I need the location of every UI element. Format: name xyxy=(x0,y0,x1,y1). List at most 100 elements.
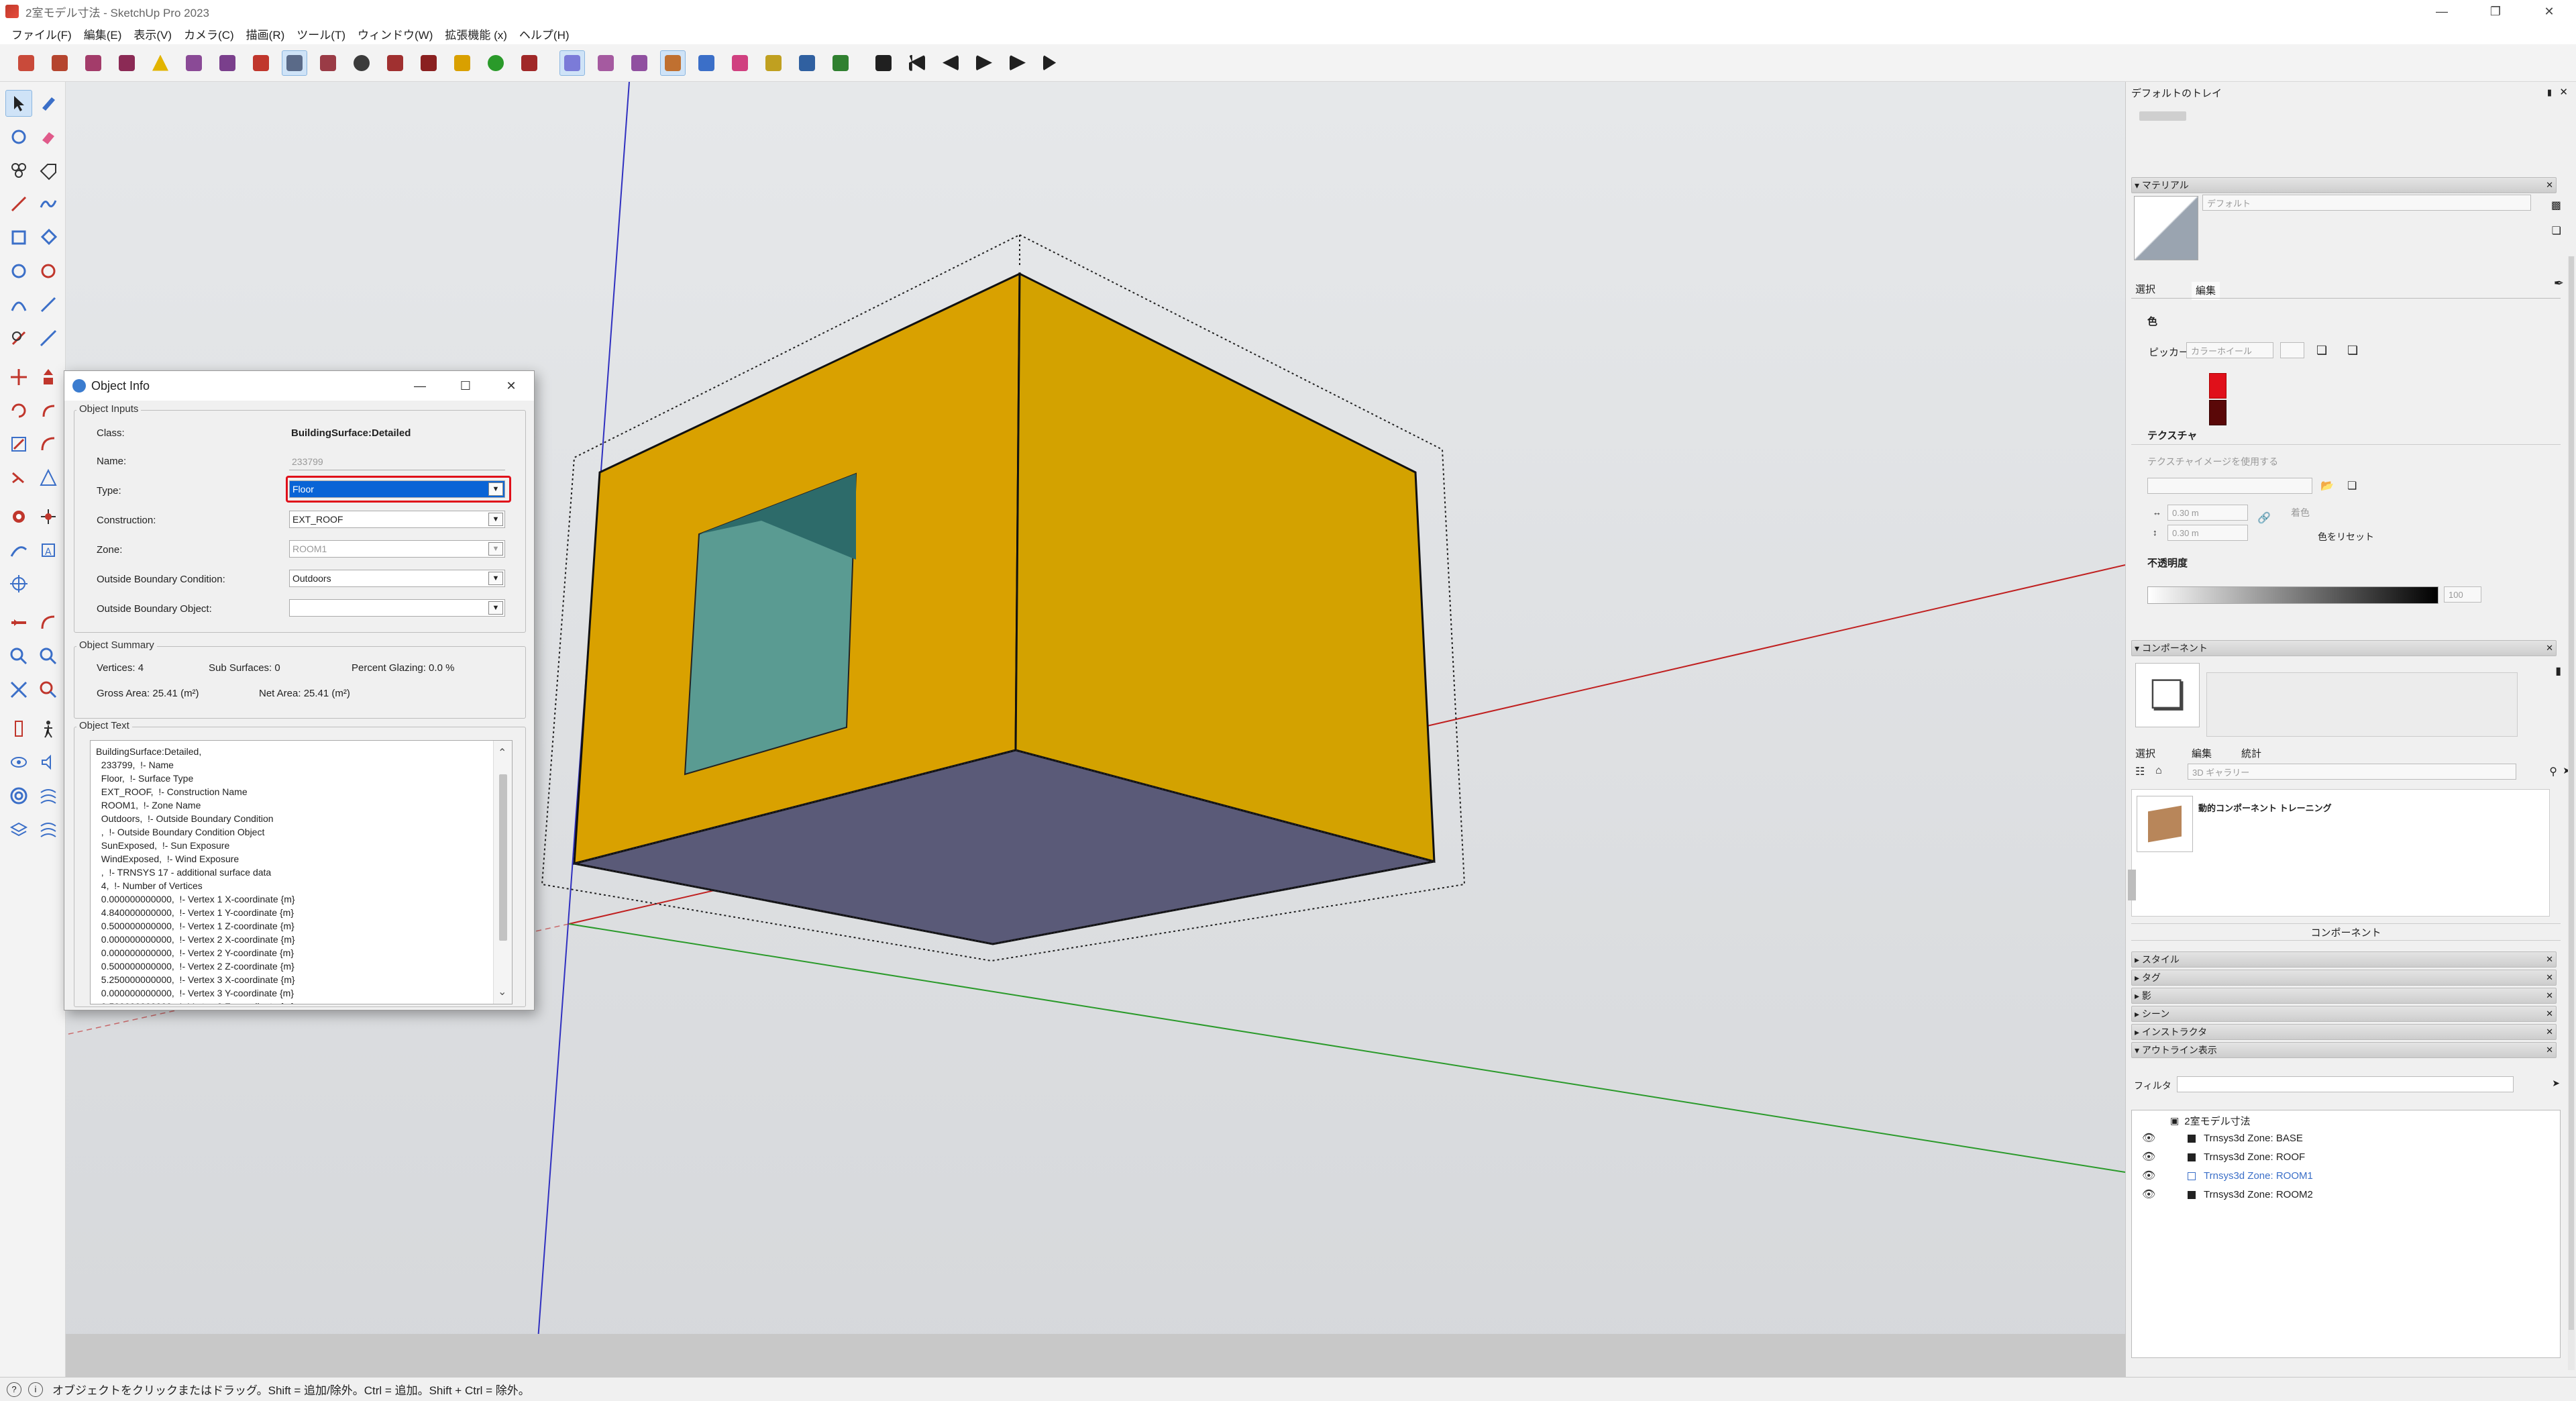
obc-select[interactable]: Outdoors ▼ xyxy=(289,570,505,587)
menu-view[interactable]: 表示(V) xyxy=(127,25,178,42)
close-icon[interactable]: ✕ xyxy=(2546,1045,2553,1055)
dialog-titlebar[interactable]: Object Info — ☐ ✕ xyxy=(64,371,534,401)
animation-icon[interactable] xyxy=(871,50,896,76)
eye-icon[interactable]: 👁 xyxy=(2142,1150,2155,1163)
render-button[interactable] xyxy=(349,50,374,76)
color-swatch-red[interactable] xyxy=(2209,373,2226,399)
follow-me-icon[interactable] xyxy=(35,325,62,352)
folder-icon[interactable]: 📂 xyxy=(2320,479,2334,492)
zoom-extents-icon[interactable] xyxy=(5,676,32,703)
tags-panel-header[interactable]: ▸ タグ ✕ xyxy=(2131,970,2557,986)
dialog-minimize-button[interactable]: — xyxy=(397,371,443,401)
arc-tool-icon[interactable] xyxy=(5,291,32,318)
scroll-up-icon[interactable]: ⌃ xyxy=(498,746,506,760)
close-icon[interactable]: ✕ xyxy=(2546,1027,2553,1037)
open-button[interactable] xyxy=(47,50,72,76)
close-icon[interactable]: ✕ xyxy=(2546,972,2553,983)
scale-tool-icon[interactable] xyxy=(5,431,32,458)
menu-window[interactable]: ウィンドウ(W) xyxy=(352,25,439,42)
polygon-tool-icon[interactable] xyxy=(35,258,62,284)
menu-extensions[interactable]: 拡張機能 (x) xyxy=(439,25,513,42)
prev-scene-icon[interactable] xyxy=(938,50,963,76)
chain-link-icon[interactable]: 🔗 xyxy=(2257,511,2271,525)
previous-view-icon[interactable] xyxy=(35,676,62,703)
outliner-filter-input[interactable] xyxy=(2177,1076,2514,1092)
menu-camera[interactable]: カメラ(C) xyxy=(178,25,240,42)
menu-help[interactable]: ヘルプ(H) xyxy=(513,25,576,42)
paint-bucket-icon[interactable]: ▩ xyxy=(2551,199,2561,212)
object-text-scrollbar[interactable]: ⌃ ⌄ xyxy=(493,741,512,1004)
dimension-tool-icon[interactable] xyxy=(35,609,62,636)
lasso-tool-icon[interactable] xyxy=(35,90,62,117)
smoove-icon[interactable] xyxy=(35,782,62,809)
pan-tool-icon[interactable] xyxy=(35,503,62,530)
edit-texture-icon[interactable]: ❏ xyxy=(2347,479,2357,492)
comp-tab-select[interactable]: 選択 xyxy=(2135,746,2155,760)
select-tool-icon[interactable] xyxy=(5,90,32,117)
chevron-down-icon[interactable]: ▼ xyxy=(488,513,503,526)
outliner-item-roof[interactable]: Trnsys3d Zone: ROOF xyxy=(2188,1151,2305,1163)
outliner-root[interactable]: ▣ 2室モデル寸法 xyxy=(2170,1114,2251,1128)
cube-texture-icon[interactable]: ❏ xyxy=(2347,344,2358,358)
tag-tool-icon[interactable] xyxy=(35,157,62,184)
eye-icon[interactable]: 👁 xyxy=(2142,1188,2155,1201)
close-icon[interactable]: ✕ xyxy=(2546,1008,2553,1019)
follow-me-tool-icon[interactable] xyxy=(35,397,62,424)
rotate-tool-icon[interactable] xyxy=(5,397,32,424)
eraser-icon[interactable] xyxy=(35,123,62,150)
component-detail-icon[interactable]: ▮ xyxy=(2555,664,2561,678)
zone-tool-button[interactable] xyxy=(181,50,207,76)
axes-tool-icon[interactable] xyxy=(5,570,32,597)
view-options-icon[interactable]: ☷ xyxy=(2135,765,2145,778)
top-view-button[interactable] xyxy=(593,50,619,76)
geo-location-icon[interactable]: ? xyxy=(7,1382,21,1397)
minimize-button[interactable]: — xyxy=(2415,0,2469,23)
scroll-thumb[interactable] xyxy=(499,774,507,941)
opacity-slider[interactable] xyxy=(2147,586,2438,604)
tray-close-icon[interactable]: ✕ xyxy=(2559,86,2568,98)
construction-select[interactable]: EXT_ROOF ▼ xyxy=(289,511,505,528)
tab-select[interactable]: 選択 xyxy=(2135,282,2155,296)
rectangle-tool-icon[interactable] xyxy=(5,224,32,251)
info-icon[interactable]: i xyxy=(28,1382,43,1397)
chevron-down-icon[interactable]: ▼ xyxy=(488,572,503,585)
front-view-button[interactable] xyxy=(627,50,652,76)
paint-bucket-icon[interactable] xyxy=(5,123,32,150)
shading-button[interactable] xyxy=(449,50,475,76)
inspector-button[interactable] xyxy=(315,50,341,76)
save-as-button[interactable] xyxy=(114,50,140,76)
styles-panel-header[interactable]: ▸ スタイル ✕ xyxy=(2131,951,2557,968)
sandbox-icon[interactable] xyxy=(5,782,32,809)
line-tool-icon[interactable] xyxy=(5,191,32,217)
texture-use-checkbox[interactable]: テクスチャイメージを使用する xyxy=(2147,455,2278,468)
rotated-rect-icon[interactable] xyxy=(35,224,62,251)
new-model-button[interactable] xyxy=(13,50,39,76)
opacity-value-field[interactable]: 100 xyxy=(2444,586,2481,603)
restore-button[interactable]: ❐ xyxy=(2469,0,2522,23)
first-scene-icon[interactable] xyxy=(904,50,930,76)
text-tool-icon[interactable]: A xyxy=(35,537,62,564)
tape-measure-icon[interactable] xyxy=(5,464,32,491)
xray-button[interactable] xyxy=(694,50,719,76)
outliner-options-icon[interactable]: ➤ xyxy=(2552,1078,2560,1089)
walk-tool-icon[interactable] xyxy=(5,537,32,564)
zoom-tool-icon[interactable] xyxy=(5,643,32,670)
walk-person-icon[interactable] xyxy=(35,715,62,742)
orbit-tool-icon[interactable] xyxy=(5,503,32,530)
scroll-down-icon[interactable]: ⌄ xyxy=(498,985,506,998)
last-scene-icon[interactable] xyxy=(1038,50,1064,76)
close-icon[interactable]: ✕ xyxy=(2546,990,2553,1001)
color-swatch-dark[interactable] xyxy=(2209,400,2226,425)
pie-tool-icon[interactable] xyxy=(35,291,62,318)
tray-drag-handle[interactable] xyxy=(2139,111,2186,121)
close-window-button[interactable]: ✕ xyxy=(2522,0,2576,23)
dialog-close-button[interactable]: ✕ xyxy=(488,371,534,401)
axes-button[interactable] xyxy=(828,50,853,76)
object-info-button[interactable] xyxy=(282,50,307,76)
outliner-item-room1[interactable]: Trnsys3d Zone: ROOM1 xyxy=(2188,1170,2313,1182)
object-text-area[interactable]: BuildingSurface:Detailed, 233799, !- Nam… xyxy=(90,740,513,1004)
look-around-icon[interactable] xyxy=(5,749,32,776)
sound-icon[interactable] xyxy=(35,749,62,776)
dialog-maximize-button[interactable]: ☐ xyxy=(443,371,488,401)
play-icon[interactable] xyxy=(971,50,997,76)
